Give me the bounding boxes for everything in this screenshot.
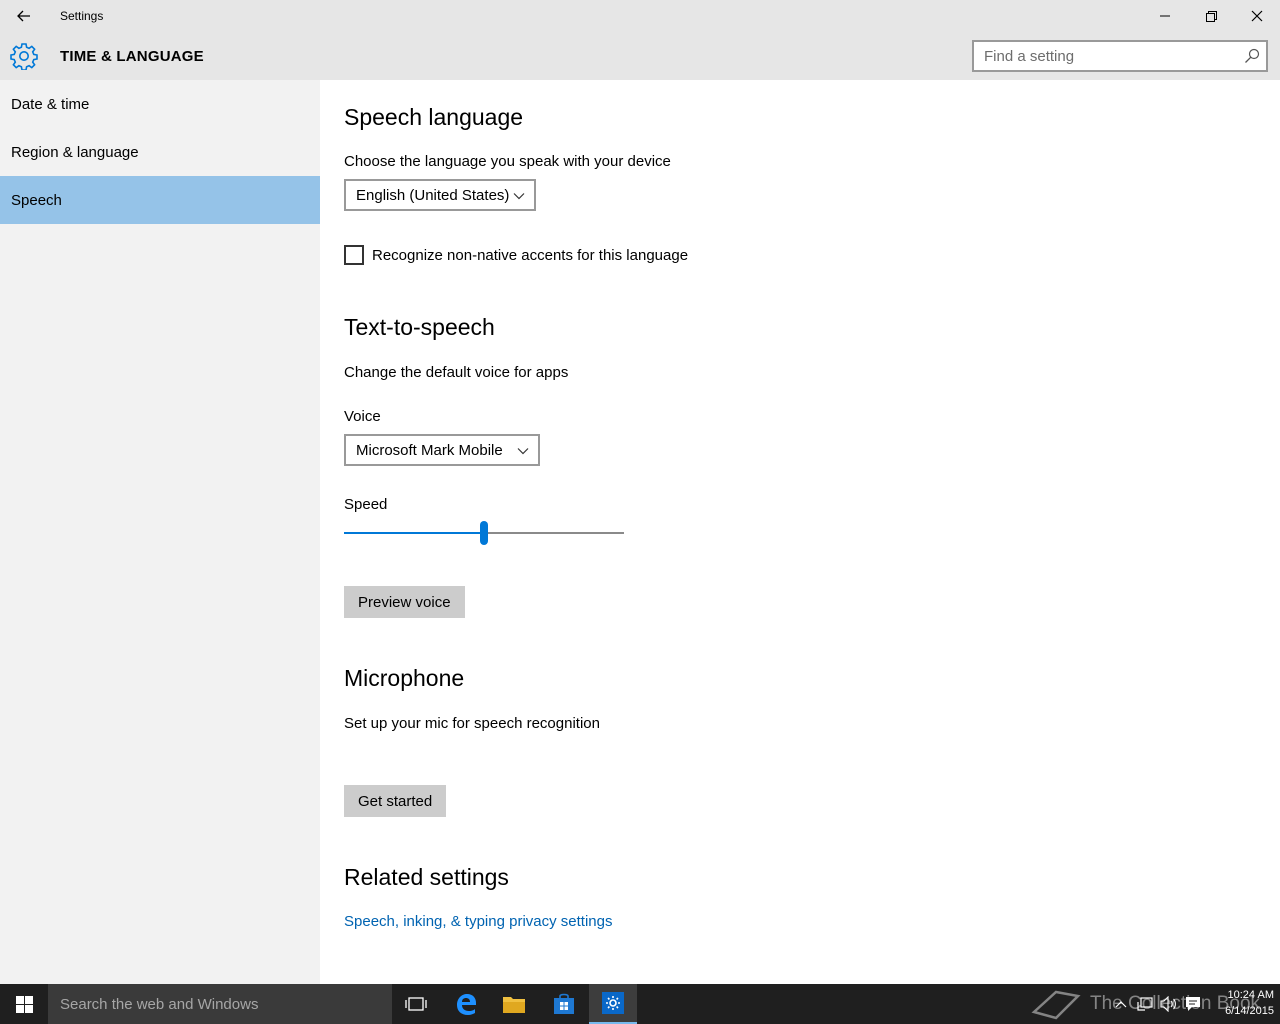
minimize-icon: [1160, 15, 1170, 17]
restore-button[interactable]: [1188, 0, 1234, 32]
action-center-button[interactable]: [1182, 984, 1204, 1024]
voice-label: Voice: [344, 408, 381, 425]
search-icon[interactable]: [1244, 48, 1260, 64]
taskbar: Search the web and Windows The Collectio…: [0, 984, 1280, 1024]
volume-button[interactable]: [1158, 984, 1180, 1024]
start-button[interactable]: [0, 984, 48, 1024]
close-icon: [1251, 10, 1263, 22]
windows-logo-icon: [15, 995, 33, 1013]
close-button[interactable]: [1234, 0, 1280, 32]
speech-language-dropdown[interactable]: English (United States): [344, 179, 536, 211]
minimize-button[interactable]: [1142, 0, 1188, 32]
non-native-accents-label: Recognize non-native accents for this la…: [372, 246, 689, 264]
find-setting-input[interactable]: [974, 42, 1224, 70]
network-icon: [1137, 997, 1153, 1011]
non-native-accents-checkbox[interactable]: [344, 245, 364, 265]
back-arrow-icon: [17, 10, 30, 22]
settings-taskbar-button[interactable]: [589, 984, 637, 1024]
edge-icon: [457, 994, 476, 1015]
find-setting-box[interactable]: [972, 40, 1268, 72]
speed-slider-thumb[interactable]: [480, 521, 488, 545]
microphone-description: Set up your mic for speech recognition: [344, 715, 600, 732]
volume-icon: [1160, 996, 1176, 1012]
taskbar-clock[interactable]: 10:24 AM 6/14/2015: [1208, 987, 1274, 1019]
store-button[interactable]: [540, 984, 588, 1024]
sidebar-item-label: Speech: [11, 191, 62, 209]
related-settings-heading: Related settings: [344, 864, 509, 890]
sidebar-item-region-language[interactable]: Region & language: [0, 128, 320, 176]
speech-language-value: English (United States): [356, 186, 510, 204]
network-button[interactable]: [1134, 984, 1156, 1024]
task-view-icon: [405, 997, 427, 1011]
speech-language-description: Choose the language you speak with your …: [344, 153, 671, 170]
folder-icon: [503, 997, 525, 1013]
speed-slider-fill: [344, 532, 484, 534]
action-center-icon: [1186, 997, 1200, 1011]
non-native-accents-row[interactable]: Recognize non-native accents for this la…: [344, 245, 688, 265]
sidebar-item-date-time[interactable]: Date & time: [0, 80, 320, 128]
voice-dropdown[interactable]: Microsoft Mark Mobile: [344, 434, 540, 466]
privacy-settings-link[interactable]: Speech, inking, & typing privacy setting…: [344, 913, 612, 930]
book-watermark-icon: [1031, 990, 1081, 1020]
sidebar-item-label: Date & time: [11, 95, 90, 113]
voice-value: Microsoft Mark Mobile: [356, 441, 503, 459]
sidebar-item-label: Region & language: [11, 143, 139, 161]
show-hidden-icons-button[interactable]: [1110, 984, 1132, 1024]
task-view-button[interactable]: [392, 984, 440, 1024]
store-bag-icon: [554, 993, 574, 1014]
clock-date: 6/14/2015: [1225, 1005, 1274, 1017]
microphone-heading: Microphone: [344, 665, 465, 691]
chevron-down-icon: [513, 193, 525, 200]
get-started-button[interactable]: Get started: [344, 785, 447, 817]
speech-language-heading: Speech language: [344, 104, 524, 130]
clock-time: 10:24 AM: [1227, 989, 1274, 1001]
title-bar: Settings: [0, 0, 1280, 32]
chevron-down-icon: [517, 448, 529, 455]
sidebar: Date & time Region & language Speech: [0, 80, 320, 984]
section-title: TIME & LANGUAGE: [60, 48, 204, 65]
chevron-up-icon: [1115, 1001, 1127, 1008]
taskbar-search-placeholder: Search the web and Windows: [60, 995, 259, 1013]
main-content: Speech language Choose the language you …: [320, 80, 1280, 984]
preview-voice-button[interactable]: Preview voice: [344, 586, 465, 618]
speed-label: Speed: [344, 496, 388, 513]
settings-header: TIME & LANGUAGE: [0, 32, 1280, 80]
settings-gear-icon: [602, 992, 624, 1014]
text-to-speech-heading: Text-to-speech: [344, 314, 495, 340]
text-to-speech-description: Change the default voice for apps: [344, 364, 569, 381]
file-explorer-button[interactable]: [490, 984, 538, 1024]
speed-slider[interactable]: [344, 520, 624, 546]
back-button[interactable]: [10, 4, 38, 28]
window-title: Settings: [60, 9, 104, 23]
edge-browser-button[interactable]: [442, 984, 490, 1024]
restore-icon: [1205, 10, 1217, 22]
gear-icon: [10, 43, 38, 70]
sidebar-item-speech[interactable]: Speech: [0, 176, 320, 224]
taskbar-search-box[interactable]: Search the web and Windows: [48, 984, 392, 1024]
